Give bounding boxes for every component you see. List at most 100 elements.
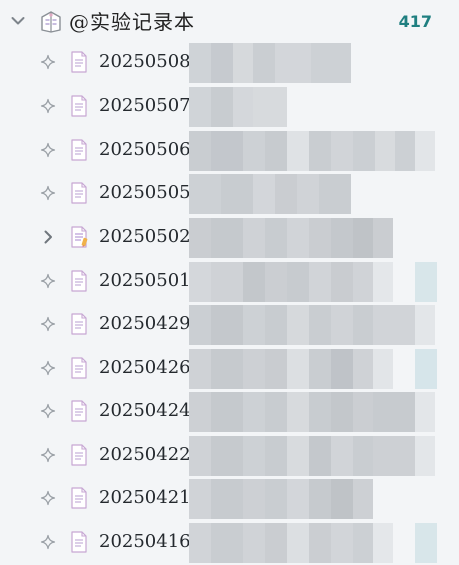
sparkle-icon[interactable]: [40, 316, 56, 332]
redacted-block: [189, 479, 211, 519]
chevron-down-icon[interactable]: [11, 15, 25, 27]
redacted-block: [189, 523, 211, 563]
redacted-block: [243, 479, 265, 519]
tree-item[interactable]: 20250426: [0, 349, 459, 389]
redacted-block: [353, 523, 373, 563]
redacted-block: [243, 392, 265, 432]
notebook-icon: [41, 11, 61, 33]
sparkle-icon[interactable]: [40, 403, 56, 419]
sparkle-icon[interactable]: [40, 98, 56, 114]
redacted-block: [331, 262, 353, 302]
redacted-block: [373, 349, 393, 389]
item-label[interactable]: 20250426: [99, 355, 191, 381]
redacted-block: [309, 392, 331, 432]
redacted-block: [287, 131, 309, 171]
tree-item[interactable]: 20250422: [0, 436, 459, 476]
sparkle-icon[interactable]: [40, 54, 56, 70]
redacted-block: [189, 349, 211, 389]
document-icon: [71, 531, 87, 553]
sparkle-icon[interactable]: [40, 142, 56, 158]
redacted-block: [265, 479, 287, 519]
redacted-block: [331, 131, 353, 171]
redacted-block: [265, 392, 287, 432]
redacted-block: [287, 218, 309, 258]
item-label[interactable]: 20250508: [99, 49, 191, 75]
item-label[interactable]: 20250422: [99, 442, 191, 468]
redacted-block: [189, 43, 211, 83]
redacted-block: [309, 305, 331, 345]
tree-item[interactable]: 20250508: [0, 43, 459, 83]
tree-item[interactable]: 20250505: [0, 174, 459, 214]
redacted-block: [353, 305, 373, 345]
redacted-block: [287, 479, 309, 519]
tree-item[interactable]: 20250502: [0, 218, 459, 258]
item-label[interactable]: 20250507: [99, 93, 191, 119]
notebook-title[interactable]: @实验记录本: [69, 8, 195, 36]
tree-item[interactable]: 20250507: [0, 87, 459, 127]
redacted-block: [265, 305, 287, 345]
sparkle-icon[interactable]: [40, 185, 56, 201]
sparkle-icon[interactable]: [40, 490, 56, 506]
redacted-block: [331, 392, 353, 432]
redacted-block: [331, 479, 353, 519]
redacted-block: [415, 392, 435, 432]
redacted-block: [233, 87, 253, 127]
redacted-block: [331, 523, 353, 563]
tree-item[interactable]: 20250501: [0, 262, 459, 302]
redacted-block: [189, 174, 221, 214]
item-label[interactable]: 20250502: [99, 224, 191, 250]
item-label[interactable]: 20250501: [99, 268, 191, 294]
item-label[interactable]: 20250416: [99, 529, 191, 555]
sparkle-icon[interactable]: [40, 360, 56, 376]
redacted-block: [375, 131, 395, 171]
redacted-block: [287, 262, 309, 302]
redacted-block: [189, 305, 211, 345]
item-label[interactable]: 20250421: [99, 485, 191, 511]
tree-item[interactable]: 20250506: [0, 131, 459, 171]
redacted-block: [243, 131, 265, 171]
sparkle-icon[interactable]: [40, 273, 56, 289]
redacted-block: [189, 218, 211, 258]
chevron-right-icon[interactable]: [40, 229, 56, 245]
redacted-title-blur: [189, 218, 459, 258]
redacted-block: [243, 262, 265, 302]
redacted-block: [211, 392, 243, 432]
tree-item[interactable]: 20250429: [0, 305, 459, 345]
redacted-block: [353, 479, 373, 519]
redacted-title-blur: [189, 174, 459, 214]
redacted-block: [309, 523, 331, 563]
redacted-block: [415, 436, 435, 476]
sparkle-icon[interactable]: [40, 447, 56, 463]
redacted-block: [189, 87, 211, 127]
sparkle-icon[interactable]: [40, 534, 56, 550]
redacted-block: [189, 131, 211, 171]
redacted-block: [353, 392, 373, 432]
redacted-block: [265, 436, 287, 476]
redacted-block: [243, 436, 265, 476]
redacted-block: [415, 349, 437, 389]
item-label[interactable]: 20250429: [99, 311, 191, 337]
notebook-root-row[interactable]: @实验记录本 417: [0, 0, 459, 44]
redacted-title-blur: [189, 305, 459, 345]
redacted-block: [373, 218, 393, 258]
redacted-block: [331, 349, 353, 389]
document-icon: [71, 444, 87, 466]
item-label[interactable]: 20250506: [99, 137, 191, 163]
redacted-block: [331, 436, 353, 476]
item-label[interactable]: 20250505: [99, 180, 191, 206]
redacted-block: [309, 349, 331, 389]
redacted-title-blur: [189, 87, 459, 127]
redacted-block: [189, 436, 211, 476]
tree-item[interactable]: 20250416: [0, 523, 459, 563]
redacted-block: [395, 131, 415, 171]
redacted-block: [233, 43, 253, 83]
redacted-block: [309, 436, 331, 476]
redacted-block: [415, 523, 437, 563]
document-icon: [71, 270, 87, 292]
redacted-block: [415, 131, 435, 171]
redacted-block: [309, 218, 331, 258]
tree-item[interactable]: 20250424: [0, 392, 459, 432]
item-label[interactable]: 20250424: [99, 398, 191, 424]
redacted-title-blur: [189, 43, 459, 83]
tree-item[interactable]: 20250421: [0, 479, 459, 519]
